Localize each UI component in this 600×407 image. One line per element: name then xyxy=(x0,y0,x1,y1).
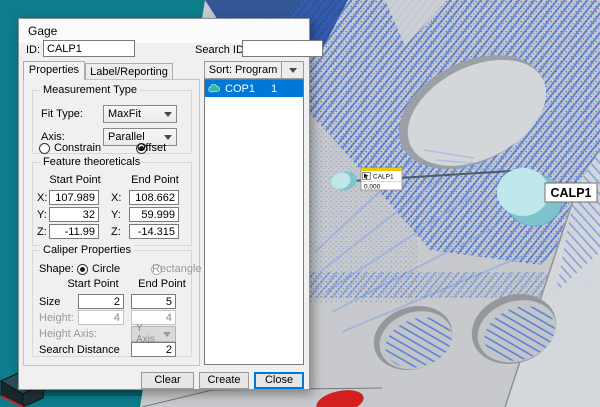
search-id-input[interactable] xyxy=(242,40,323,57)
cp-end-header: End Point xyxy=(130,278,194,290)
chevron-down-icon xyxy=(163,332,171,337)
tag-title-text: CALP1 xyxy=(373,174,394,181)
height-axis-label: Height Axis: xyxy=(39,328,97,340)
feature-list[interactable]: COP1 1 xyxy=(204,79,304,365)
list-item-count: 1 xyxy=(271,83,277,95)
chevron-down-icon xyxy=(164,135,172,140)
ft-z-label-start: Z: xyxy=(37,226,47,238)
tag-value-text: 0.000 xyxy=(364,184,381,191)
list-item-name: COP1 xyxy=(225,83,255,95)
properties-tab-page: Measurement Type Fit Type: MaxFit Axis: … xyxy=(23,79,200,366)
measurement-type-title: Measurement Type xyxy=(40,84,140,96)
height-start-input xyxy=(78,310,124,325)
shape-rectangle-label: Rectangle xyxy=(152,263,202,275)
sort-bar: Sort: Program ↑ xyxy=(204,61,304,79)
application-window: CALP1 CALP1 0.000 Gage ID: Search ID: xyxy=(0,0,600,407)
constrain-label: Constrain xyxy=(54,142,101,154)
ft-x-label-end: X: xyxy=(111,192,121,204)
search-distance-input[interactable] xyxy=(131,342,176,357)
search-id-label: Search ID: xyxy=(195,44,247,56)
ft-y-end-input[interactable] xyxy=(129,207,179,222)
cp-start-header: Start Point xyxy=(61,278,125,290)
dialog-title: Gage xyxy=(28,24,57,38)
gage-id-label[interactable]: CALP1 xyxy=(545,183,597,202)
sort-button[interactable]: Sort: Program ↑ xyxy=(204,61,282,79)
ft-end-header: End Point xyxy=(125,174,185,186)
tab-properties[interactable]: Properties xyxy=(23,61,85,80)
create-button[interactable]: Create xyxy=(199,372,249,389)
close-button-label: Close xyxy=(265,374,293,386)
fit-type-combo[interactable]: MaxFit xyxy=(103,105,177,123)
ft-x-label-start: X: xyxy=(37,192,47,204)
fit-type-value: MaxFit xyxy=(108,108,141,120)
ft-y-start-input[interactable] xyxy=(49,207,99,222)
tab-label-reporting-label: Label/Reporting xyxy=(90,66,168,78)
ft-z-start-input[interactable] xyxy=(49,224,99,239)
tab-properties-label: Properties xyxy=(29,64,79,76)
shape-circle-label: Circle xyxy=(92,263,120,275)
close-button[interactable]: Close xyxy=(254,372,304,389)
size-label: Size xyxy=(39,296,60,308)
constrain-radio[interactable] xyxy=(39,143,50,154)
search-distance-label: Search Distance xyxy=(39,344,120,356)
height-label: Height: xyxy=(39,312,74,324)
ft-x-start-input[interactable] xyxy=(49,190,99,205)
ft-start-header: Start Point xyxy=(45,174,105,186)
size-end-input[interactable] xyxy=(131,294,176,309)
gage-id-label-text: CALP1 xyxy=(551,186,592,200)
size-start-input[interactable] xyxy=(78,294,124,309)
gage-dialog: Gage ID: Search ID: Properties Label/Rep… xyxy=(18,18,310,390)
ft-y-label-start: Y: xyxy=(37,209,47,221)
id-label: ID: xyxy=(26,44,40,56)
ft-z-end-input[interactable] xyxy=(129,224,179,239)
height-axis-combo: Y Axis xyxy=(131,326,176,342)
fit-type-label: Fit Type: xyxy=(41,108,83,120)
create-button-label: Create xyxy=(207,374,240,386)
sort-dropdown-button[interactable] xyxy=(282,61,304,79)
pointcloud-icon xyxy=(208,84,221,93)
caliper-properties-title: Caliper Properties xyxy=(40,244,134,256)
gage-measurement-tag[interactable]: CALP1 0.000 xyxy=(361,168,402,191)
measurement-type-group: Measurement Type Fit Type: MaxFit Axis: … xyxy=(32,90,192,154)
offset-label: Offset xyxy=(137,142,166,154)
ft-z-label-end: Z: xyxy=(111,226,121,238)
chevron-down-icon xyxy=(289,68,297,73)
clear-button-label: Clear xyxy=(154,374,180,386)
feature-theoreticals-group: Feature theoreticals Start Point End Poi… xyxy=(32,162,192,246)
tag-highlight-bar xyxy=(361,168,402,171)
feature-theoreticals-title: Feature theoreticals xyxy=(40,156,143,168)
shape-circle-radio[interactable] xyxy=(77,264,88,275)
ft-y-label-end: Y: xyxy=(111,209,121,221)
chevron-down-icon xyxy=(164,112,172,117)
tab-label-reporting[interactable]: Label/Reporting xyxy=(85,63,173,80)
ft-x-end-input[interactable] xyxy=(129,190,179,205)
list-item-cop1[interactable]: COP1 1 xyxy=(205,80,303,97)
caliper-properties-group: Caliper Properties Shape: Circle Rectang… xyxy=(32,250,192,357)
id-input[interactable] xyxy=(43,40,135,57)
clear-button[interactable]: Clear xyxy=(141,372,194,389)
shape-label: Shape: xyxy=(39,263,74,275)
